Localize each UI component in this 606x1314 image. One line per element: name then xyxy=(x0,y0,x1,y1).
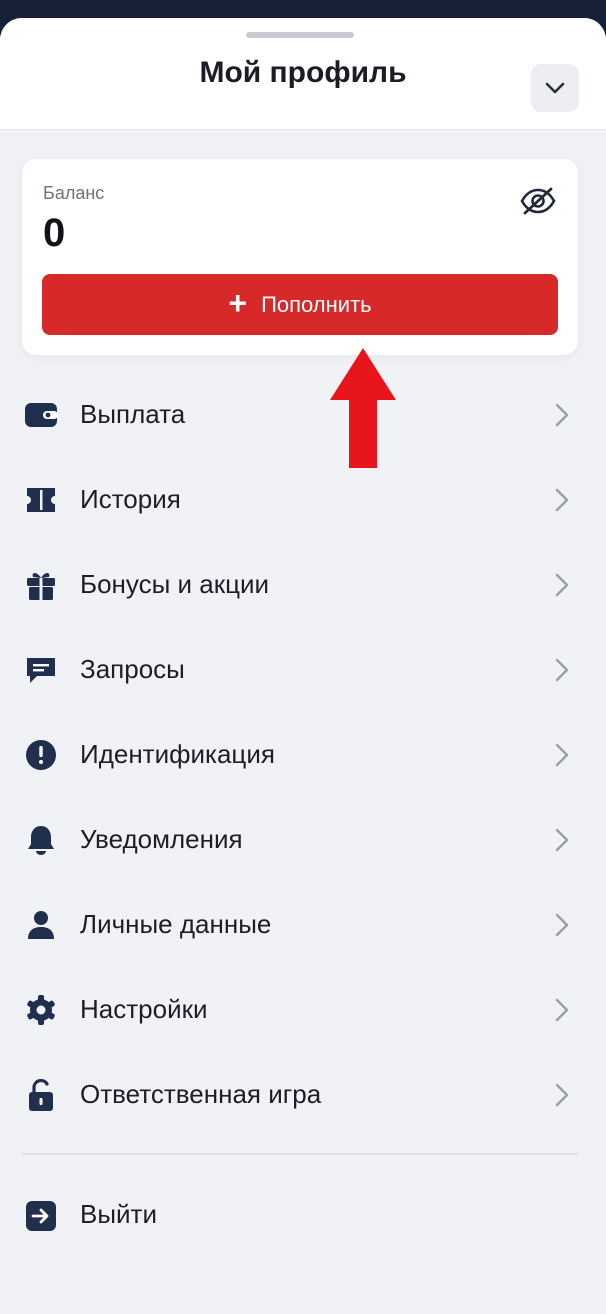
menu-item-label: История xyxy=(80,484,181,514)
menu-item-label: Идентификация xyxy=(80,739,275,769)
chevron-right-icon xyxy=(555,828,569,852)
menu-item-label: Личные данные xyxy=(80,909,272,939)
balance-value: 0 xyxy=(43,211,66,255)
menu-item-requests[interactable]: Запросы xyxy=(0,627,606,712)
unlock-icon xyxy=(24,1078,58,1112)
chevron-right-icon xyxy=(555,1083,569,1107)
profile-sheet: Мой профиль Баланс 0 + Пополнить Выплата… xyxy=(0,18,606,1314)
topup-label: Пополнить xyxy=(261,291,372,317)
balance-label: Баланс xyxy=(43,183,105,203)
gift-icon xyxy=(24,568,58,602)
hide-balance-button[interactable] xyxy=(518,183,558,219)
chevron-down-icon xyxy=(545,82,565,94)
menu-item-label: Запросы xyxy=(80,654,185,684)
user-icon xyxy=(24,908,58,942)
chat-icon xyxy=(24,653,58,687)
menu-item-label: Ответственная игра xyxy=(80,1079,322,1109)
chevron-right-icon xyxy=(555,403,569,427)
plus-icon: + xyxy=(228,285,248,321)
menu-item-personal-data[interactable]: Личные данные xyxy=(0,882,606,967)
logout-label: Выйти xyxy=(80,1199,157,1229)
sheet-header: Мой профиль xyxy=(0,18,606,130)
ticket-icon xyxy=(24,483,58,517)
bell-icon xyxy=(24,823,58,857)
gear-icon xyxy=(24,993,58,1027)
menu-item-payout[interactable]: Выплата xyxy=(0,372,606,457)
menu-item-history[interactable]: История xyxy=(0,457,606,542)
menu-item-label: Выплата xyxy=(80,399,186,429)
collapse-button[interactable] xyxy=(531,64,579,112)
menu-item-notifications[interactable]: Уведомления xyxy=(0,797,606,882)
alert-circle-icon xyxy=(24,738,58,772)
menu-divider xyxy=(22,1153,578,1155)
chevron-right-icon xyxy=(555,488,569,512)
logout-icon xyxy=(24,1199,58,1233)
menu-item-label: Уведомления xyxy=(80,824,243,854)
menu-item-label: Настройки xyxy=(80,994,208,1024)
chevron-right-icon xyxy=(555,743,569,767)
menu-item-label: Бонусы и акции xyxy=(80,569,270,599)
topup-button[interactable]: + Пополнить xyxy=(42,274,558,335)
menu-item-bonuses[interactable]: Бонусы и акции xyxy=(0,542,606,627)
page-title: Мой профиль xyxy=(199,56,407,89)
balance-card: Баланс 0 + Пополнить xyxy=(22,159,578,355)
chevron-right-icon xyxy=(555,998,569,1022)
menu-item-identification[interactable]: Идентификация xyxy=(0,712,606,797)
menu-item-responsible-gaming[interactable]: Ответственная игра xyxy=(0,1052,606,1137)
chevron-right-icon xyxy=(555,658,569,682)
logout-button[interactable]: Выйти xyxy=(0,1191,606,1276)
chevron-right-icon xyxy=(555,913,569,937)
chevron-right-icon xyxy=(555,573,569,597)
menu-item-settings[interactable]: Настройки xyxy=(0,967,606,1052)
eye-off-icon xyxy=(520,187,556,215)
wallet-icon xyxy=(24,398,58,432)
drag-handle[interactable] xyxy=(246,32,354,38)
